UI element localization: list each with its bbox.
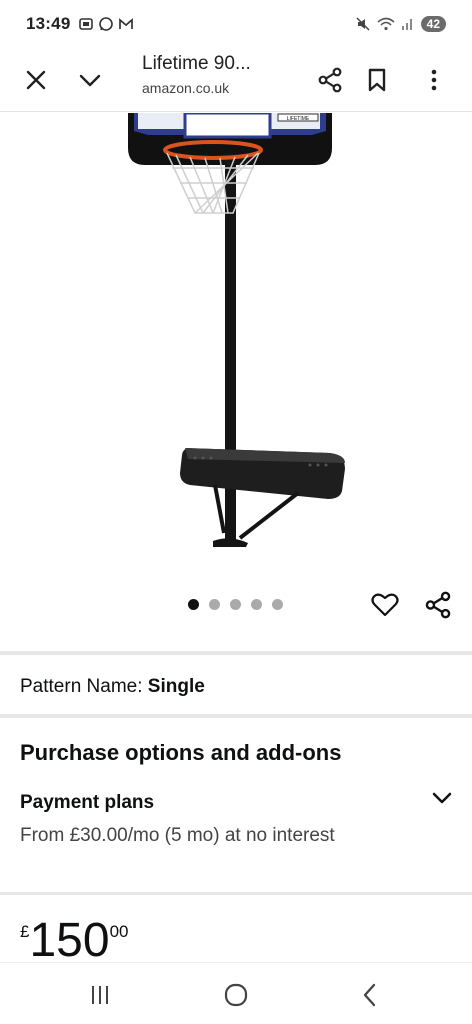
pattern-label: Pattern Name: xyxy=(20,676,143,697)
whatsapp-icon xyxy=(99,17,114,31)
section-divider xyxy=(0,892,472,895)
chevron-down-icon xyxy=(432,792,452,804)
price-fraction: 00 xyxy=(109,922,129,941)
add-to-wishlist-button[interactable] xyxy=(365,585,405,625)
share-button[interactable] xyxy=(310,60,350,100)
backboard-brand: LIFETIME xyxy=(287,116,310,122)
chevron-down-icon xyxy=(79,74,101,87)
battery-indicator: 42 xyxy=(420,16,446,32)
share-icon xyxy=(425,591,451,619)
home-button[interactable] xyxy=(216,975,256,1015)
section-divider xyxy=(0,714,472,718)
back-button[interactable] xyxy=(350,975,390,1015)
wifi-icon xyxy=(377,17,395,31)
page-title: Lifetime 90... xyxy=(142,53,251,74)
close-button[interactable] xyxy=(16,60,56,100)
page-url: amazon.co.uk xyxy=(142,80,230,96)
recent-apps-button[interactable] xyxy=(80,975,120,1015)
bookmark-button[interactable] xyxy=(357,60,397,100)
home-icon xyxy=(224,983,248,1007)
carousel-dot[interactable] xyxy=(188,599,199,610)
status-bar: 13:49 42 xyxy=(0,0,472,48)
system-icons: 42 xyxy=(355,16,446,32)
pattern-value: Single xyxy=(147,676,205,697)
minimize-button[interactable] xyxy=(70,60,110,100)
payment-plans-expand-button[interactable] xyxy=(422,778,462,818)
notification-icons xyxy=(78,16,134,32)
back-icon xyxy=(363,983,376,1007)
price-whole: 150 xyxy=(29,914,110,967)
more-vertical-icon xyxy=(431,69,437,91)
image-carousel-dots xyxy=(188,599,283,610)
product-image[interactable]: LIFETIME xyxy=(0,111,472,573)
basketball-hoop-image: LIFETIME xyxy=(128,111,345,547)
section-divider xyxy=(0,651,472,655)
mute-icon xyxy=(356,17,370,31)
carousel-dot[interactable] xyxy=(251,599,262,610)
carousel-dot[interactable] xyxy=(230,599,241,610)
screenshot-icon xyxy=(79,18,94,30)
status-time: 13:49 xyxy=(26,14,71,33)
more-options-button[interactable] xyxy=(414,60,454,100)
pattern-name-row[interactable]: Pattern Name: Single xyxy=(20,676,205,698)
heart-icon xyxy=(371,593,399,617)
page-title-block: Lifetime 90... amazon.co.uk xyxy=(142,53,251,96)
payment-plans-title: Payment plans xyxy=(20,792,155,813)
payment-plans-description: From £30.00/mo (5 mo) at no interest xyxy=(20,825,335,846)
carousel-dot[interactable] xyxy=(209,599,220,610)
bookmark-icon xyxy=(368,68,386,92)
price-currency: £ xyxy=(20,922,30,941)
signal-icon xyxy=(401,19,412,30)
system-navigation-bar xyxy=(0,962,472,1024)
share-icon xyxy=(318,67,342,93)
purchase-options-heading: Purchase options and add-ons xyxy=(20,740,342,765)
close-icon xyxy=(26,70,46,90)
gmail-icon xyxy=(119,18,134,29)
browser-toolbar: Lifetime 90... amazon.co.uk xyxy=(0,48,472,112)
carousel-dot[interactable] xyxy=(272,599,283,610)
product-price: £ 150 00 xyxy=(20,916,128,966)
share-product-button[interactable] xyxy=(418,585,458,625)
recent-apps-icon xyxy=(92,986,108,1004)
